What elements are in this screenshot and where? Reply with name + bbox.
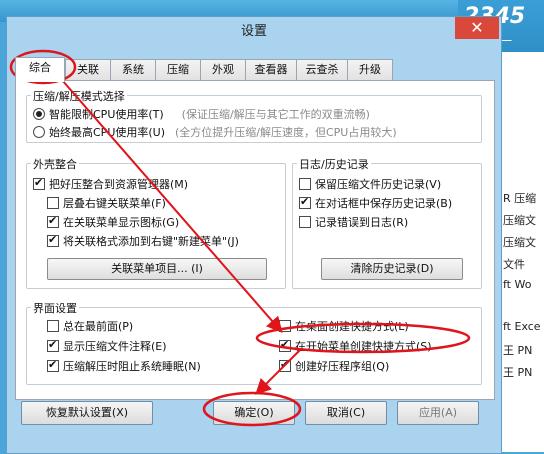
- ok-highlight-circle: [202, 391, 302, 427]
- annotation-overlay: [9, 49, 471, 427]
- tab-general[interactable]: 综合: [15, 57, 65, 82]
- annotation-arrow: [61, 79, 283, 334]
- shortcut-highlight-circle: [255, 322, 471, 354]
- annotation-arrow: [255, 349, 301, 395]
